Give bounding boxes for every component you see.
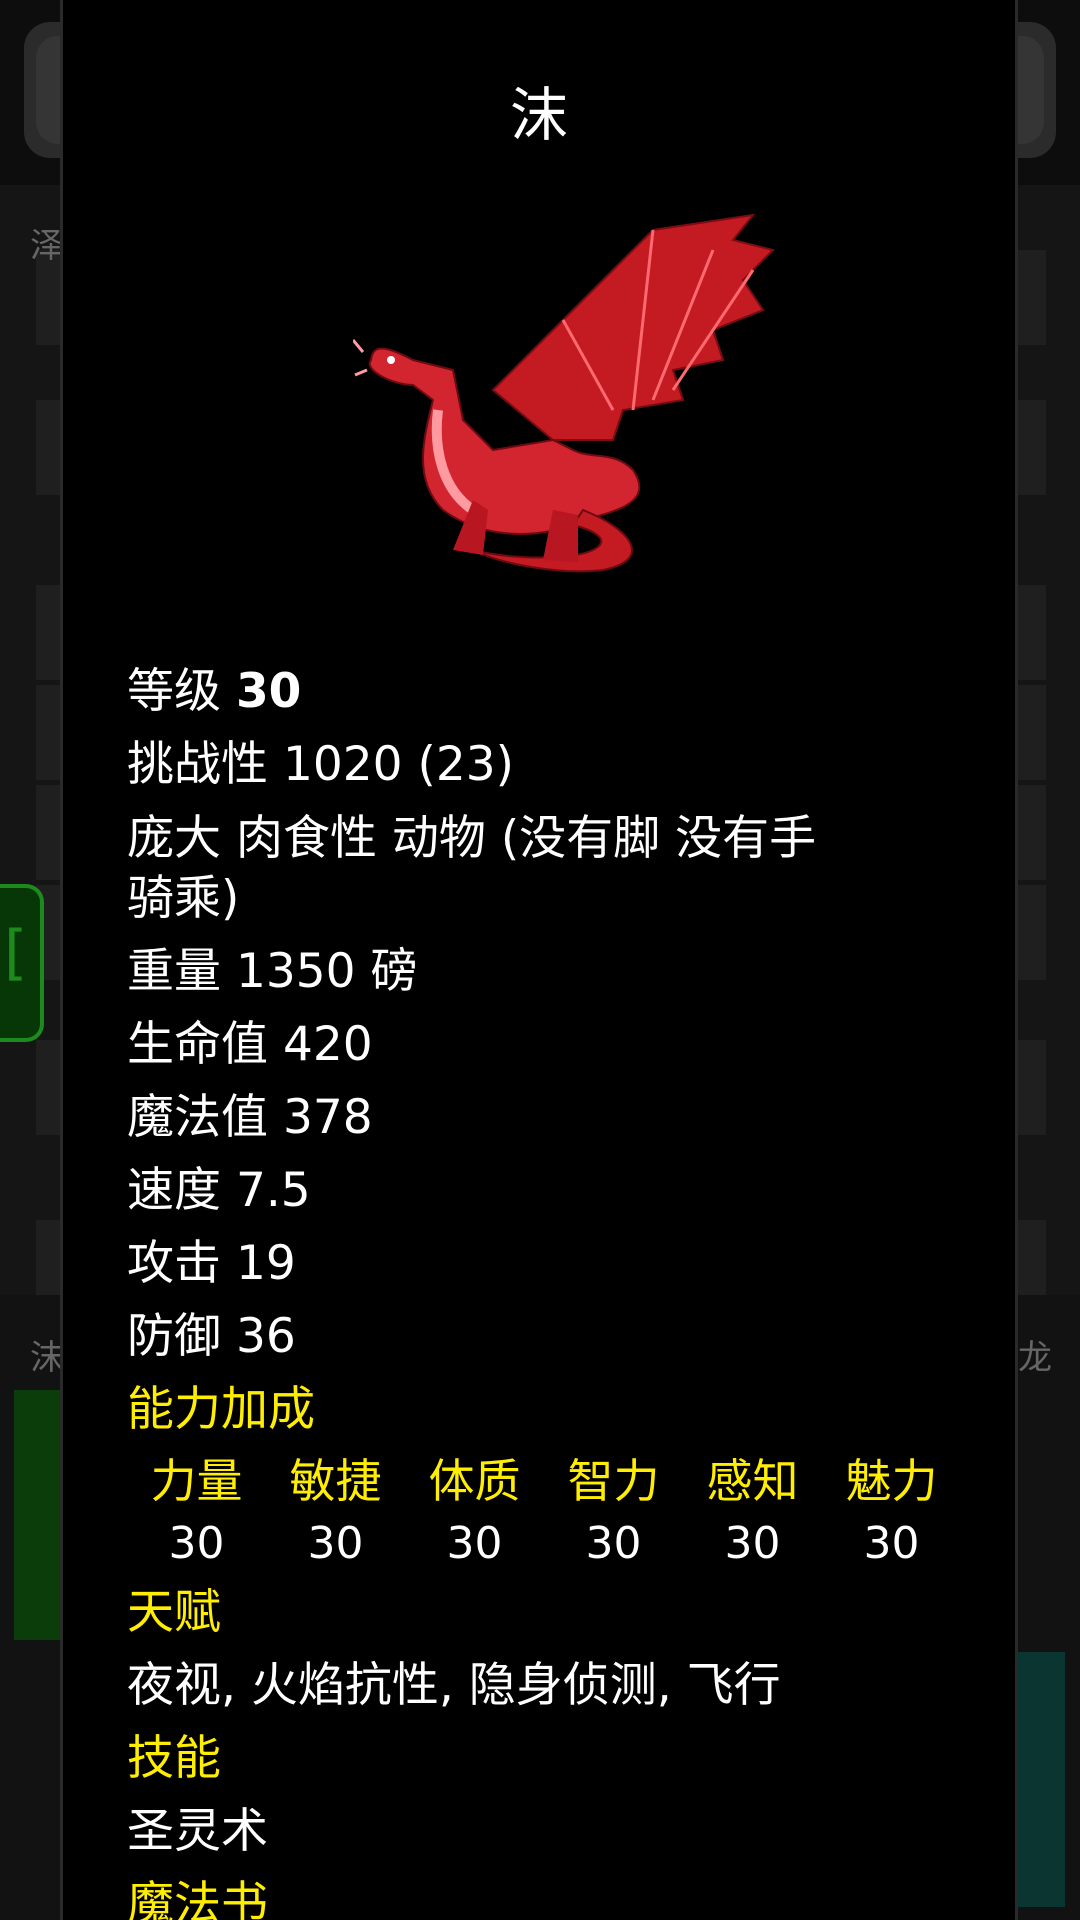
monster-name-title: 沫 — [509, 81, 568, 149]
traits-text-1: 庞大 肉食性 动物 (没有脚 没有手 — [127, 811, 817, 866]
level-line: 等级 30 — [127, 655, 967, 728]
speed-line: 速度 7.5 — [127, 1163, 311, 1218]
talents-text: 夜视, 火焰抗性, 隐身侦测, 飞行 — [127, 1658, 781, 1713]
attribute-constitution: 体质 30 — [405, 1450, 544, 1576]
defense-line: 防御 36 — [127, 1309, 296, 1364]
attribute-strength: 力量 30 — [127, 1450, 266, 1576]
attribute-grid: 力量 30 敏捷 30 体质 30 智力 30 感知 30 魅力 30 — [127, 1450, 963, 1576]
attribute-name: 智力 — [567, 1454, 660, 1508]
attribute-name: 感知 — [706, 1454, 799, 1508]
background-label-1: 泽 — [30, 226, 64, 266]
attribute-value: 30 — [863, 1518, 920, 1569]
ability-bonus-heading: 能力加成 — [127, 1382, 315, 1437]
attribute-value: 30 — [585, 1518, 642, 1569]
attribute-value: 30 — [168, 1518, 225, 1569]
attribute-charisma: 魅力 30 — [822, 1450, 961, 1576]
background-label-2: 沫 — [30, 1338, 64, 1378]
attribute-value: 30 — [307, 1518, 364, 1569]
background-label-3: 龙 — [1018, 1338, 1052, 1378]
talents-heading: 天赋 — [127, 1585, 221, 1640]
weight-line: 重量 1350 磅 — [127, 944, 418, 999]
attack-line: 攻击 19 — [127, 1236, 296, 1291]
monster-info-dialog[interactable]: 沫 等级 30 挑战性 1020 (23) 庞大 肉食性 动物 (没有脚 没有手… — [60, 0, 1018, 1920]
attribute-name: 魅力 — [845, 1454, 938, 1508]
monster-stats: 等级 30 挑战性 1020 (23) 庞大 肉食性 动物 (没有脚 没有手 骑乘… — [127, 655, 967, 1920]
background-side-button: [ — [0, 884, 44, 1042]
level-label: 等级 — [127, 664, 221, 719]
level-value: 30 — [235, 664, 302, 719]
traits-text-2: 骑乘) — [127, 871, 240, 926]
attribute-name: 力量 — [150, 1454, 243, 1508]
skills-text: 圣灵术 — [127, 1804, 268, 1859]
challenge-line: 挑战性 1020 (23) — [127, 737, 514, 792]
attribute-name: 敏捷 — [289, 1454, 382, 1508]
hp-line: 生命值 420 — [127, 1017, 373, 1072]
attribute-value: 30 — [724, 1518, 781, 1569]
traits-line: 庞大 肉食性 动物 (没有脚 没有手 骑乘) — [127, 801, 967, 935]
red-dragon-icon — [353, 213, 775, 573]
attribute-wisdom: 感知 30 — [683, 1450, 822, 1576]
mp-line: 魔法值 378 — [127, 1090, 373, 1145]
attribute-name: 体质 — [428, 1454, 521, 1508]
spellbook-heading: 魔法书 — [127, 1877, 268, 1920]
attribute-value: 30 — [446, 1518, 503, 1569]
attribute-intelligence: 智力 30 — [544, 1450, 683, 1576]
skills-heading: 技能 — [127, 1731, 221, 1786]
attribute-dexterity: 敏捷 30 — [266, 1450, 405, 1576]
